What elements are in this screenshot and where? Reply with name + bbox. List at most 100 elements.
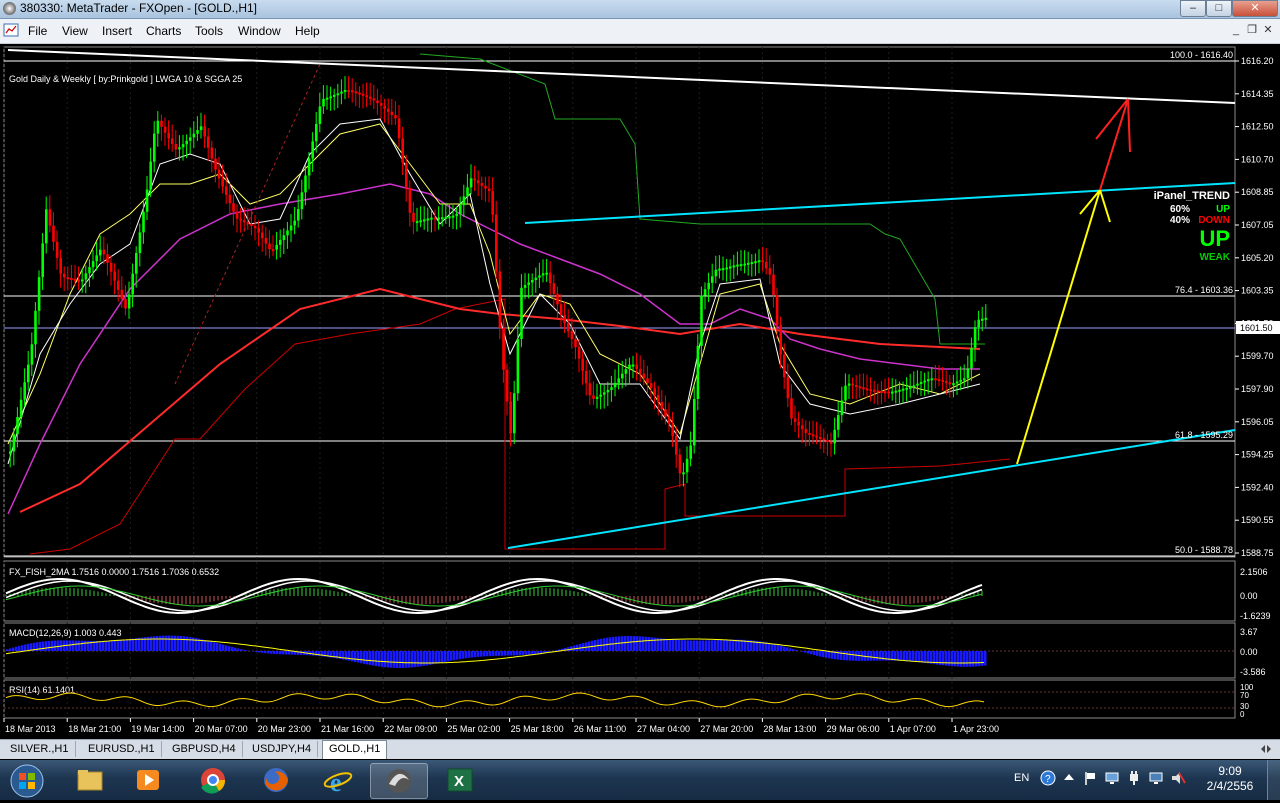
macd-bar	[135, 638, 138, 651]
macd-bar	[966, 651, 969, 667]
menu-window[interactable]: Window	[238, 24, 281, 38]
maximize-button[interactable]: □	[1206, 0, 1232, 17]
power-plug-icon[interactable]	[1126, 770, 1142, 786]
macd-bar	[168, 636, 171, 651]
candle-body	[671, 424, 674, 436]
candle-body	[697, 346, 700, 399]
macd-bar	[918, 651, 921, 662]
candle-body	[139, 232, 142, 253]
macd-bar	[507, 651, 510, 656]
start-button[interactable]	[10, 764, 44, 798]
macd-bar	[420, 651, 423, 666]
tray-expand-icon[interactable]	[1062, 770, 1076, 786]
metatrader-app-icon[interactable]	[3, 2, 16, 15]
menu-view[interactable]: View	[62, 24, 88, 38]
candle-body	[272, 249, 275, 251]
taskbar-media-player[interactable]	[120, 763, 176, 797]
tab-eurusd[interactable]: EURUSD.,H1	[82, 741, 162, 757]
macd-bar	[672, 639, 675, 651]
tab-silver[interactable]: SILVER.,H1	[4, 741, 76, 757]
system-clock[interactable]: 9:09 2/4/2556	[1200, 764, 1260, 794]
show-desktop-button[interactable]	[1267, 760, 1280, 800]
candle-body	[45, 209, 48, 243]
candle-body	[635, 365, 638, 370]
language-indicator[interactable]: EN	[1014, 772, 1029, 784]
macd-bar	[138, 638, 141, 651]
close-button[interactable]: ✕	[1232, 0, 1278, 17]
candle-body	[290, 226, 293, 231]
help-icon[interactable]: ?	[1040, 770, 1056, 786]
candle-body	[967, 368, 970, 378]
tab-usdjpy[interactable]: USDJPY,H4	[246, 741, 318, 757]
menu-help[interactable]: Help	[295, 24, 320, 38]
candle-body	[682, 472, 685, 474]
macd-bar	[870, 651, 873, 661]
candle-body	[841, 400, 844, 415]
macd-bar	[384, 651, 387, 667]
macd-bar	[315, 651, 318, 656]
tab-gold[interactable]: GOLD.,H1	[322, 740, 387, 759]
macd-bar	[795, 650, 798, 651]
macd-bar	[909, 651, 912, 661]
taskbar-chrome[interactable]	[185, 763, 241, 797]
candle-body	[823, 439, 826, 441]
macd-bar	[153, 636, 156, 651]
macd-bar	[474, 651, 477, 657]
candle-body	[700, 296, 703, 346]
chart-close-button[interactable]: ✕	[1260, 23, 1276, 38]
candle-body	[322, 99, 325, 107]
chart-restore-button[interactable]: ❐	[1244, 23, 1260, 38]
tab-gbpusd[interactable]: GBPUSD,H4	[166, 741, 243, 757]
taskbar-metatrader[interactable]	[370, 763, 428, 799]
candle-body	[797, 422, 800, 426]
candle-body	[517, 339, 520, 393]
macd-bar	[120, 640, 123, 651]
chart-window-icon[interactable]	[3, 23, 19, 37]
price-tick: 1599.70	[1241, 351, 1274, 361]
display-icon[interactable]	[1104, 770, 1120, 786]
macd-bar	[219, 644, 222, 651]
network-icon[interactable]	[1148, 770, 1164, 786]
action-center-flag-icon[interactable]	[1082, 770, 1098, 786]
candle-body	[373, 98, 376, 100]
menu-bar: File View Insert Charts Tools Window Hel…	[0, 19, 1280, 44]
macd-bar	[483, 651, 486, 656]
candle-body	[74, 279, 77, 281]
candle-body	[347, 90, 350, 92]
macd-bar	[687, 640, 690, 651]
candle-body	[92, 261, 95, 267]
macd-bar	[522, 651, 525, 655]
taskbar-explorer[interactable]	[62, 763, 118, 797]
minimize-button[interactable]: –	[1180, 0, 1206, 17]
candle-body	[481, 183, 484, 186]
indicator-label: Gold Daily & Weekly [ by:Prinkgold ] LWG…	[9, 74, 242, 84]
menu-charts[interactable]: Charts	[146, 24, 181, 38]
taskbar-excel[interactable]: X	[432, 763, 488, 797]
candle-body	[833, 430, 836, 444]
candle-body	[419, 220, 422, 222]
tab-scroll-arrows[interactable]	[1258, 743, 1274, 756]
macd-bar	[924, 651, 927, 663]
candle-body	[592, 395, 595, 399]
media-player-icon	[120, 763, 176, 797]
fib-76-label: 76.4 - 1603.36	[1175, 285, 1233, 295]
macd-bar	[435, 651, 438, 664]
menu-insert[interactable]: Insert	[102, 24, 132, 38]
macd-bar	[729, 640, 732, 651]
taskbar-ie[interactable]: e	[310, 763, 366, 797]
macd-bar	[807, 651, 810, 653]
time-tick: 26 Mar 11:00	[574, 724, 626, 734]
macd-bar	[222, 645, 225, 651]
macd-bar	[84, 641, 87, 651]
volume-icon[interactable]	[1170, 770, 1186, 786]
menu-tools[interactable]: Tools	[195, 24, 223, 38]
macd-bar	[981, 651, 984, 666]
candle-body	[808, 433, 811, 435]
chart-minimize-button[interactable]: _	[1228, 23, 1244, 38]
candle-body	[470, 178, 473, 187]
price-chart[interactable]: Gold Daily & Weekly [ by:Prinkgold ] LWG…	[0, 44, 1280, 739]
candle-body	[628, 365, 631, 370]
macd-bar	[6, 649, 9, 651]
menu-file[interactable]: File	[28, 24, 47, 38]
taskbar-firefox[interactable]	[248, 763, 304, 797]
